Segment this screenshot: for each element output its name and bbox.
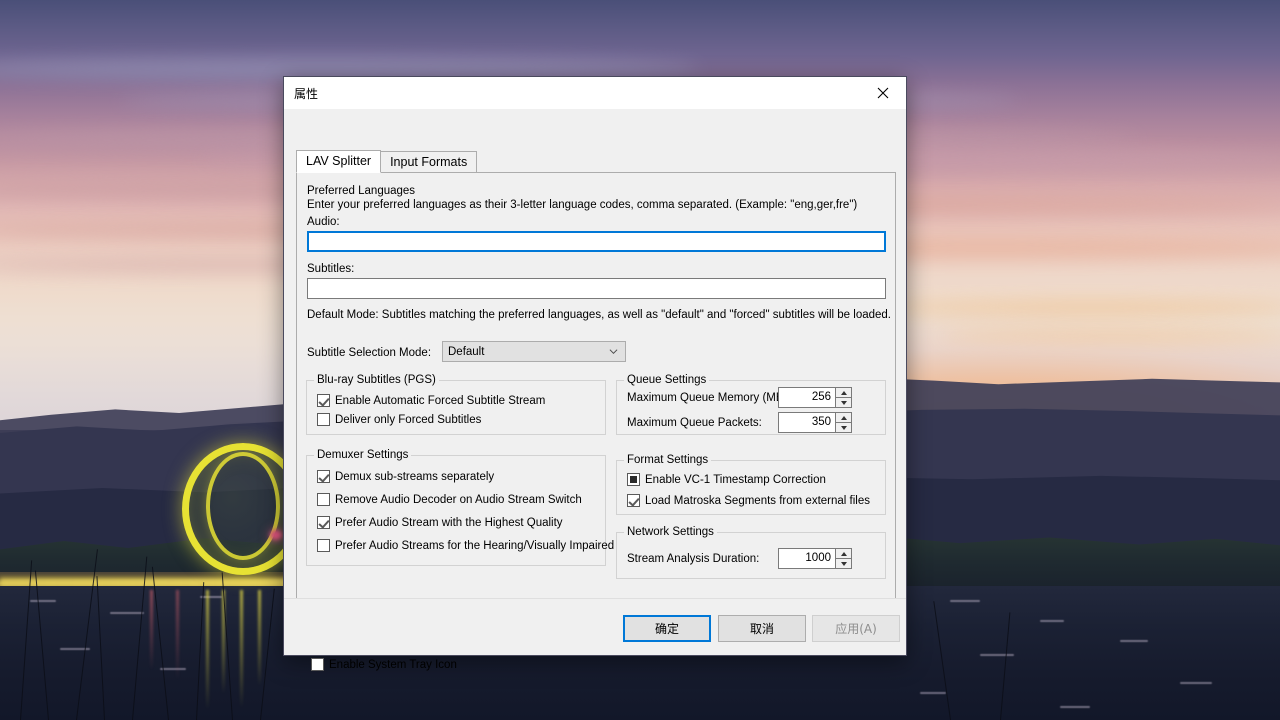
group-title-queue-settings: Queue Settings: [624, 374, 710, 386]
triangle-down-icon: [840, 425, 847, 430]
checkbox-box: [317, 413, 330, 426]
stepper-down-button[interactable]: [835, 558, 852, 569]
group-title-network-settings: Network Settings: [624, 526, 717, 538]
checkbox-label: Prefer Audio Streams for the Hearing/Vis…: [335, 539, 615, 552]
tab-strip: LAV Splitter Input Formats: [296, 150, 478, 173]
checkbox-box: [627, 494, 640, 507]
subtitle-languages-input[interactable]: [307, 278, 886, 299]
checkbox-remove-audio-decoder-on-audio-stream-switch[interactable]: Remove Audio Decoder on Audio Stream Swi…: [317, 493, 582, 506]
checkbox-label: Load Matroska Segments from external fil…: [645, 494, 870, 507]
stepper-buttons: [835, 387, 852, 408]
wallpaper-pink-light: [270, 530, 282, 540]
checkbox-label: Remove Audio Decoder on Audio Stream Swi…: [335, 493, 582, 506]
stepper-value[interactable]: 350: [778, 412, 836, 433]
chevron-down-icon: [609, 349, 618, 355]
ok-button[interactable]: 确定: [623, 615, 711, 642]
wallpaper-ripple: [1180, 682, 1212, 684]
stepper-value[interactable]: 256: [778, 387, 836, 408]
audio-languages-input[interactable]: [307, 231, 886, 252]
triangle-up-icon: [840, 390, 847, 395]
checkbox-label: Prefer Audio Stream with the Highest Qua…: [335, 516, 563, 529]
group-demuxer-settings: Demuxer Settings Demux sub-streams separ…: [306, 449, 614, 566]
subtitle-selection-mode-value: Default: [448, 345, 485, 358]
preferred-languages-description: Enter your preferred languages as their …: [307, 199, 858, 211]
group-title-bluray-subtitles: Blu-ray Subtitles (PGS): [314, 374, 439, 386]
label-stream-analysis-duration: Stream Analysis Duration:: [627, 553, 760, 565]
group-queue-settings: Queue Settings Maximum Queue Memory (MB)…: [616, 374, 886, 435]
wallpaper-ripple: [920, 692, 946, 694]
checkbox-enable-automatic-forced-subtitle-stream[interactable]: Enable Automatic Forced Subtitle Stream: [317, 394, 545, 407]
stepper-maximum-queue-packets[interactable]: 350: [778, 412, 852, 433]
wallpaper-ripple: [1120, 640, 1148, 642]
close-icon[interactable]: [860, 78, 906, 109]
wallpaper-ripple: [1060, 706, 1090, 708]
checkbox-enable-vc1-timestamp-correction[interactable]: Enable VC-1 Timestamp Correction: [627, 473, 826, 486]
stepper-buttons: [835, 412, 852, 433]
checkbox-enable-system-tray-icon[interactable]: Enable System Tray Icon: [311, 658, 457, 671]
checkbox-load-matroska-segments-from-external-files[interactable]: Load Matroska Segments from external fil…: [627, 494, 870, 507]
checkbox-box: [317, 470, 330, 483]
wallpaper-ripple: [950, 600, 980, 602]
stepper-maximum-queue-memory[interactable]: 256: [778, 387, 852, 408]
group-title-format-settings: Format Settings: [624, 454, 712, 466]
checkbox-label: Enable System Tray Icon: [329, 658, 457, 671]
wallpaper-reflection: [206, 590, 209, 710]
wallpaper-reflection: [240, 590, 243, 708]
stepper-stream-analysis-duration[interactable]: 1000: [778, 548, 852, 569]
tab-input-formats[interactable]: Input Formats: [380, 151, 478, 173]
dialog-titlebar: 属性: [284, 77, 906, 109]
wallpaper-ripple: [1040, 620, 1064, 622]
wallpaper-ripple: [980, 654, 1014, 656]
wallpaper-ripple: [160, 668, 186, 670]
dialog-footer: 确定 取消 应用(A): [284, 598, 906, 655]
checkbox-box: [311, 658, 324, 671]
subtitle-selection-mode-label: Subtitle Selection Mode:: [307, 347, 432, 359]
checkbox-box: [317, 394, 330, 407]
wallpaper-ripple: [30, 600, 56, 602]
preferred-languages-heading: Preferred Languages: [307, 185, 416, 197]
apply-button: 应用(A): [812, 615, 900, 642]
wallpaper-reflection: [258, 590, 261, 686]
audio-label: Audio:: [307, 216, 340, 228]
subtitle-selection-mode-select[interactable]: Default: [442, 341, 626, 362]
stepper-value[interactable]: 1000: [778, 548, 836, 569]
label-maximum-queue-packets: Maximum Queue Packets:: [627, 417, 762, 429]
stepper-buttons: [835, 548, 852, 569]
checkbox-label: Enable Automatic Forced Subtitle Stream: [335, 394, 546, 407]
checkbox-box: [317, 516, 330, 529]
checkbox-prefer-audio-stream-with-highest-quality[interactable]: Prefer Audio Stream with the Highest Qua…: [317, 516, 563, 529]
wallpaper-sphere-ring: [206, 452, 280, 560]
triangle-up-icon: [840, 415, 847, 420]
default-mode-note: Default Mode: Subtitles matching the pre…: [307, 309, 891, 321]
checkbox-box: [317, 539, 330, 552]
group-network-settings: Network Settings Stream Analysis Duratio…: [616, 526, 886, 579]
tab-lav-splitter[interactable]: LAV Splitter: [296, 150, 382, 173]
checkbox-box: [627, 473, 640, 486]
wallpaper-ripple: [110, 612, 144, 614]
stepper-down-button[interactable]: [835, 397, 852, 408]
stepper-down-button[interactable]: [835, 422, 852, 433]
properties-dialog: 属性 LAV Splitter Input Formats Preferred …: [283, 76, 907, 671]
checkbox-label: Enable VC-1 Timestamp Correction: [645, 473, 826, 486]
checkbox-label: Demux sub-streams separately: [335, 470, 495, 483]
dialog-body: LAV Splitter Input Formats Preferred Lan…: [284, 109, 906, 671]
checkbox-demux-sub-streams-separately[interactable]: Demux sub-streams separately: [317, 470, 494, 483]
group-format-settings: Format Settings Enable VC-1 Timestamp Co…: [616, 454, 886, 515]
dialog-title: 属性: [294, 86, 319, 101]
triangle-up-icon: [840, 551, 847, 556]
wallpaper-reflection: [150, 590, 153, 670]
subtitles-label: Subtitles:: [307, 263, 355, 275]
checkbox-deliver-only-forced-subtitles[interactable]: Deliver only Forced Subtitles: [317, 413, 481, 426]
label-maximum-queue-memory: Maximum Queue Memory (MB):: [627, 392, 791, 404]
group-title-demuxer-settings: Demuxer Settings: [314, 449, 412, 461]
tab-panel-lav-splitter: Preferred Languages Enter your preferred…: [296, 172, 896, 671]
checkbox-box: [317, 493, 330, 506]
triangle-down-icon: [840, 400, 847, 405]
cancel-button[interactable]: 取消: [718, 615, 806, 642]
group-bluray-subtitles: Blu-ray Subtitles (PGS) Enable Automatic…: [306, 374, 606, 435]
wallpaper-reflection: [176, 590, 179, 680]
checkbox-label: Deliver only Forced Subtitles: [335, 413, 482, 426]
triangle-down-icon: [840, 561, 847, 566]
checkbox-prefer-audio-streams-for-hearing-visually-impaired[interactable]: Prefer Audio Streams for the Hearing/Vis…: [317, 539, 614, 552]
